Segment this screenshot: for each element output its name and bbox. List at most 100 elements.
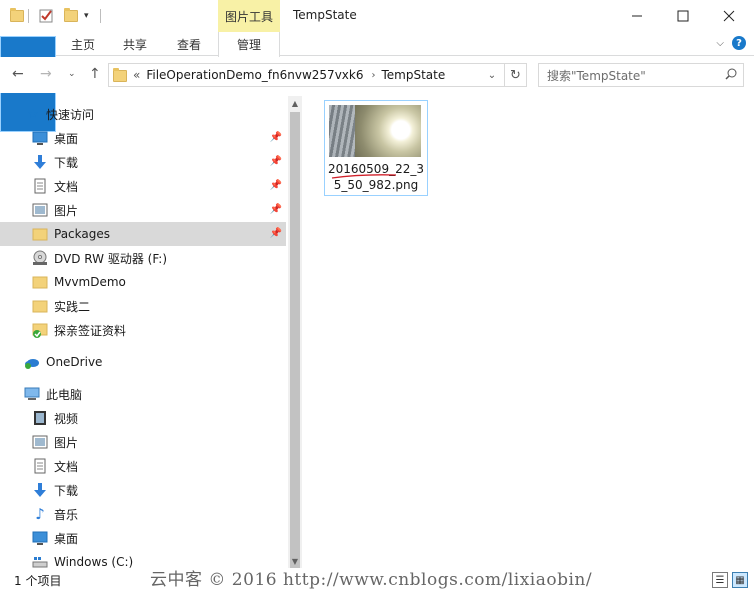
- nav-item-label: MvvmDemo: [54, 275, 126, 289]
- nav-item-label: 下载: [54, 155, 79, 170]
- nav-item-onedrive[interactable]: OneDrive: [0, 350, 286, 374]
- title-bar: ▾ 图片工具 TempState: [0, 0, 754, 32]
- chevron-down-icon[interactable]: ⌄: [482, 64, 502, 86]
- help-icon[interactable]: ?: [732, 36, 746, 50]
- nav-item-visa-docs[interactable]: 探亲签证资料: [0, 318, 286, 342]
- folder-icon: [32, 298, 48, 314]
- quick-access-label: 快速访问: [46, 107, 95, 122]
- onedrive-icon: [24, 354, 40, 370]
- window-title: TempState: [293, 8, 357, 22]
- nav-item-label: Windows (C:): [54, 555, 134, 568]
- nav-item-desktop-pc[interactable]: 桌面: [0, 526, 286, 550]
- scroll-up-icon[interactable]: ▲: [288, 96, 302, 110]
- scrollbar-thumb[interactable]: [290, 112, 300, 580]
- folder-icon[interactable]: [10, 6, 24, 26]
- refresh-icon[interactable]: ↻: [505, 63, 527, 87]
- forward-icon[interactable]: →: [40, 66, 52, 82]
- view-switcher: ☰ ▦: [712, 572, 748, 588]
- search-icon[interactable]: [725, 68, 737, 83]
- breadcrumb-segment[interactable]: FileOperationDemo_fn6nvw257vxk6: [146, 68, 363, 82]
- nav-item-documents[interactable]: 文档 📌: [0, 174, 286, 198]
- nav-item-dvd-drive[interactable]: DVD RW 驱动器 (F:): [0, 246, 286, 270]
- folder-check-icon: [32, 322, 48, 338]
- recent-locations-icon[interactable]: ⌄: [68, 69, 76, 79]
- folder-icon: [32, 274, 48, 290]
- nav-item-label: 图片: [54, 435, 79, 450]
- back-icon[interactable]: ←: [12, 66, 24, 82]
- nav-item-label: Packages: [54, 227, 110, 241]
- folder-icon: [32, 226, 48, 242]
- nav-item-pictures-pc[interactable]: 图片: [0, 430, 286, 454]
- tab-manage[interactable]: 管理: [218, 32, 280, 57]
- overflow-breadcrumb[interactable]: «: [133, 68, 140, 82]
- large-icons-view-icon[interactable]: ▦: [732, 572, 748, 588]
- up-icon[interactable]: ↑: [89, 66, 101, 82]
- nav-item-music[interactable]: ♪ 音乐: [0, 502, 286, 526]
- pin-icon[interactable]: 📌: [270, 180, 282, 191]
- tab-share[interactable]: 共享: [116, 32, 154, 56]
- nav-item-mvvmdemo[interactable]: MvvmDemo: [0, 270, 286, 294]
- nav-item-downloads-pc[interactable]: 下载: [0, 478, 286, 502]
- tab-view[interactable]: 查看: [170, 32, 208, 56]
- star-icon: ★: [27, 106, 39, 122]
- nav-scrollbar[interactable]: ▲ ▼: [288, 96, 302, 580]
- computer-icon: [24, 386, 40, 402]
- nav-item-packages[interactable]: Packages 📌: [0, 222, 286, 246]
- details-view-icon[interactable]: ☰: [712, 572, 728, 588]
- nav-item-label: DVD RW 驱动器 (F:): [54, 251, 168, 266]
- nav-item-videos[interactable]: 视频: [0, 406, 286, 430]
- properties-icon[interactable]: [38, 6, 54, 26]
- customize-quick-access-icon[interactable]: ▾: [84, 6, 89, 26]
- search-input[interactable]: 搜索"TempState": [538, 63, 744, 87]
- pin-icon[interactable]: 📌: [270, 156, 282, 167]
- ribbon-tabs: 文件 主页 共享 查看 管理 ⌵ ?: [0, 32, 754, 132]
- pin-icon[interactable]: 📌: [270, 132, 282, 143]
- nav-item-desktop[interactable]: 桌面 📌: [0, 126, 286, 150]
- nav-item-label: 视频: [54, 411, 79, 426]
- nav-item-label: 桌面: [54, 531, 79, 546]
- expand-ribbon-icon[interactable]: ⌵: [716, 38, 724, 49]
- nav-item-label: 下载: [54, 483, 79, 498]
- pictures-icon: [32, 202, 48, 218]
- nav-item-label: 实践二: [54, 299, 91, 314]
- breadcrumb-segment[interactable]: TempState: [381, 68, 445, 82]
- search-placeholder: 搜索"TempState": [547, 68, 646, 83]
- navigation-row: ← → ⌄ ↑ « FileOperationDemo_fn6nvw257vxk…: [0, 57, 754, 93]
- annotation-underline: [331, 174, 397, 179]
- watermark: 云中客 © 2016 http://www.cnblogs.com/lixiao…: [150, 570, 593, 590]
- video-icon: [32, 410, 48, 426]
- nav-item-label: OneDrive: [46, 355, 103, 369]
- nav-item-practice[interactable]: 实践二: [0, 294, 286, 318]
- quick-access[interactable]: ★ 快速访问: [0, 102, 286, 126]
- document-icon: [32, 178, 48, 194]
- address-bar[interactable]: « FileOperationDemo_fn6nvw257vxk6 › Temp…: [108, 63, 505, 87]
- nav-item-label: 桌面: [54, 131, 79, 146]
- desktop-icon: [32, 530, 48, 546]
- dvd-drive-icon: [32, 250, 48, 266]
- chevron-right-icon[interactable]: ›: [371, 70, 375, 81]
- windows-drive-icon: [32, 554, 48, 568]
- nav-item-label: 此电脑: [46, 387, 83, 402]
- maximize-icon[interactable]: [660, 0, 706, 32]
- desktop-icon: [32, 130, 48, 146]
- pin-icon[interactable]: 📌: [270, 228, 282, 239]
- pin-icon[interactable]: 📌: [270, 204, 282, 215]
- nav-item-documents-pc[interactable]: 文档: [0, 454, 286, 478]
- file-item[interactable]: 20160509_22_35_50_982.png: [324, 100, 428, 196]
- download-icon: [32, 154, 48, 170]
- close-icon[interactable]: [706, 0, 752, 32]
- file-list: 20160509_22_35_50_982.png: [304, 96, 754, 568]
- new-folder-icon[interactable]: [64, 6, 78, 26]
- nav-item-this-pc[interactable]: 此电脑: [0, 382, 286, 406]
- folder-icon: [113, 68, 127, 82]
- nav-item-downloads[interactable]: 下载 📌: [0, 150, 286, 174]
- download-icon: [32, 482, 48, 498]
- nav-item-pictures[interactable]: 图片 📌: [0, 198, 286, 222]
- minimize-icon[interactable]: [614, 0, 660, 32]
- nav-item-label: 图片: [54, 203, 79, 218]
- nav-item-label: 文档: [54, 179, 79, 194]
- separator: [100, 6, 101, 26]
- nav-item-label: 文档: [54, 459, 79, 474]
- tab-home[interactable]: 主页: [64, 32, 102, 56]
- separator: [28, 6, 29, 26]
